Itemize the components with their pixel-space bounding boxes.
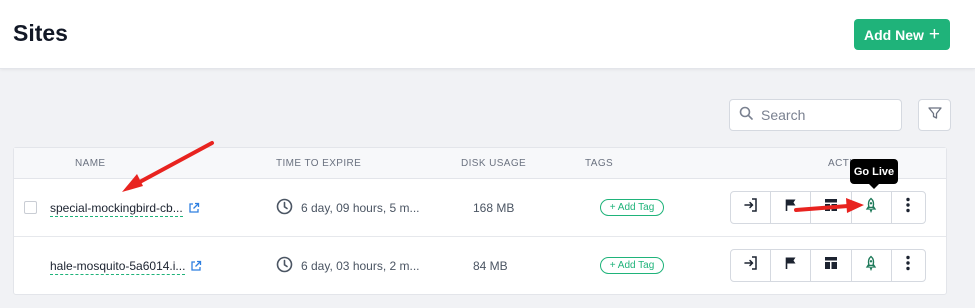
go-live-button[interactable] xyxy=(852,250,892,281)
flag-button[interactable] xyxy=(771,192,812,223)
time-to-expire: 6 day, 03 hours, 2 m... xyxy=(301,259,420,273)
login-button[interactable] xyxy=(731,250,772,281)
more-vertical-icon xyxy=(906,255,911,276)
more-vertical-icon xyxy=(906,197,911,218)
add-tag-button[interactable]: + Add Tag xyxy=(600,257,664,274)
site-name-link[interactable]: hale-mosquito-5a6014.i... xyxy=(50,259,186,275)
login-icon xyxy=(743,197,759,218)
rocket-icon xyxy=(863,197,879,218)
search-box[interactable] xyxy=(729,99,902,131)
disk-usage: 84 MB xyxy=(473,259,508,273)
column-header-disk-usage: DISK USAGE xyxy=(461,158,527,169)
disk-usage: 168 MB xyxy=(473,201,515,215)
time-to-expire: 6 day, 09 hours, 5 m... xyxy=(301,201,420,215)
column-header-name: NAME xyxy=(75,158,106,169)
go-live-button[interactable] xyxy=(852,192,892,223)
table-row: hale-mosquito-5a6014.i... 6 day, 03 hour… xyxy=(14,237,946,295)
login-icon xyxy=(743,255,759,276)
add-new-button[interactable]: Add New + xyxy=(854,19,950,50)
flag-icon xyxy=(783,197,799,218)
more-button[interactable] xyxy=(892,250,925,281)
row-actions xyxy=(730,191,926,224)
table-row: special-mockingbird-cb... 6 day, 09 hour… xyxy=(14,179,946,237)
column-header-tags: TAGS xyxy=(585,158,614,169)
page-header: Sites Add New + xyxy=(0,0,975,69)
clock-icon xyxy=(276,198,293,220)
search-input[interactable] xyxy=(761,107,891,123)
login-button[interactable] xyxy=(731,192,772,223)
sites-table: NAME TIME TO EXPIRE DISK USAGE TAGS ACTI… xyxy=(13,147,947,295)
go-live-tooltip: Go Live xyxy=(850,159,898,189)
add-tag-button[interactable]: + Add Tag xyxy=(600,199,664,216)
layout-button[interactable] xyxy=(811,192,852,223)
row-actions xyxy=(730,249,926,282)
row-checkbox[interactable] xyxy=(24,201,37,214)
page-title: Sites xyxy=(13,20,68,46)
table-header: NAME TIME TO EXPIRE DISK USAGE TAGS ACTI… xyxy=(14,148,946,179)
filter-button[interactable] xyxy=(918,99,951,131)
external-link-icon[interactable] xyxy=(188,201,200,219)
layout-icon xyxy=(823,197,839,218)
more-button[interactable] xyxy=(892,192,925,223)
layout-button[interactable] xyxy=(811,250,852,281)
rocket-icon xyxy=(863,255,879,276)
layout-icon xyxy=(823,255,839,276)
plus-icon: + xyxy=(928,24,940,45)
flag-button[interactable] xyxy=(771,250,812,281)
site-name-link[interactable]: special-mockingbird-cb... xyxy=(50,201,183,217)
filter-icon xyxy=(927,105,943,126)
search-icon xyxy=(739,106,753,125)
clock-icon xyxy=(276,256,293,278)
add-new-label: Add New xyxy=(864,26,924,43)
column-header-time-to-expire: TIME TO EXPIRE xyxy=(276,158,362,169)
flag-icon xyxy=(783,255,799,276)
external-link-icon[interactable] xyxy=(190,259,202,277)
